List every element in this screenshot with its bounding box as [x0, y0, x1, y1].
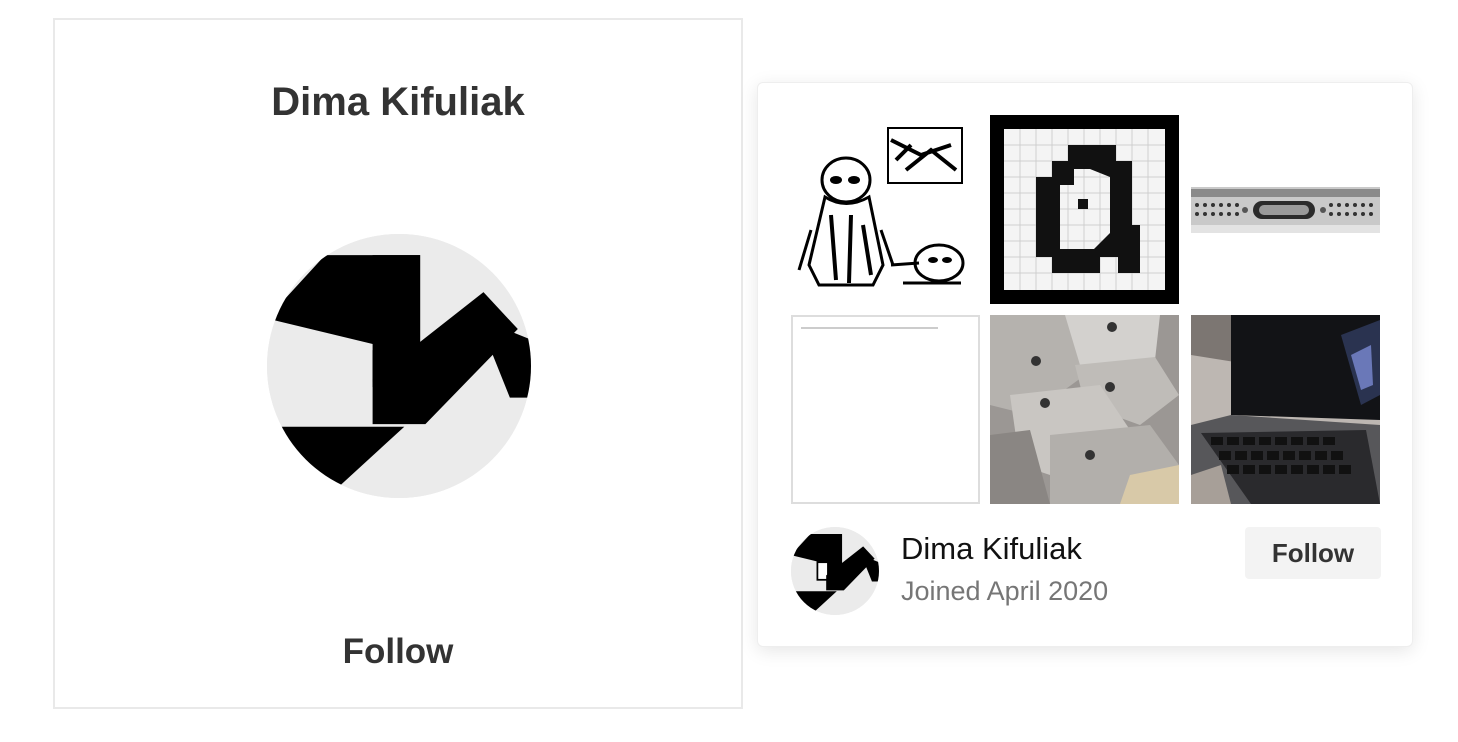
profile-avatar[interactable]: [267, 234, 531, 498]
gallery-thumbnail-laptop[interactable]: [1191, 315, 1380, 504]
dk-logo-icon: [267, 234, 531, 498]
gallery-thumbnail-sketch[interactable]: [791, 115, 980, 304]
profile-card: Dima Kifuliak Follow: [53, 18, 743, 709]
joined-date: Joined April 2020: [901, 576, 1109, 606]
profile-hover-card: Dima Kifuliak Joined April 2020 Follow: [757, 82, 1413, 647]
blank-page-thumbnail-icon: [791, 315, 980, 504]
follow-button[interactable]: Follow: [55, 632, 741, 672]
gallery-thumbnail-phone[interactable]: [1191, 115, 1380, 304]
profile-name[interactable]: Dima Kifuliak: [55, 80, 741, 125]
pixel-letter-thumbnail-icon: [990, 115, 1179, 304]
dk-logo-small-icon: [791, 527, 879, 615]
gallery-thumbnail-macbooks[interactable]: [990, 315, 1179, 504]
laptop-keyboard-thumbnail-icon: [1191, 315, 1380, 504]
hover-card-avatar[interactable]: [791, 527, 879, 615]
sketch-character-thumbnail-icon: [791, 115, 980, 304]
phone-port-thumbnail-icon: [1191, 115, 1380, 304]
macbooks-stack-thumbnail-icon: [990, 315, 1179, 504]
gallery-thumbnail-blank[interactable]: [791, 315, 980, 504]
hover-card-name[interactable]: Dima Kifuliak: [901, 531, 1082, 567]
hover-card-follow-button[interactable]: Follow: [1245, 527, 1381, 579]
gallery-thumbnail-pixel[interactable]: [990, 115, 1179, 304]
